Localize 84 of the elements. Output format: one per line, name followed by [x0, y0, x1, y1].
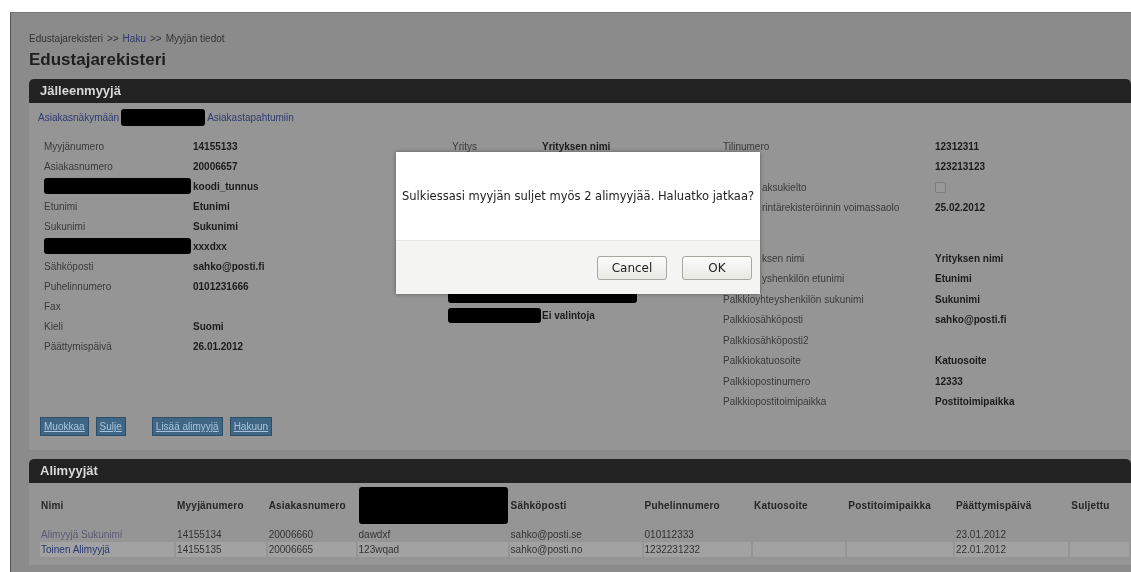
field-value: Sukunimi	[935, 293, 980, 305]
field-label: Tilinumero	[723, 140, 771, 152]
field-label: Päättymispäivä	[44, 340, 113, 352]
field-label: Kieli	[44, 320, 64, 332]
action-button[interactable]: Hakuun	[229, 417, 273, 436]
field-value: xxxdxx	[193, 240, 227, 252]
column-header: Myyjänumero	[176, 498, 245, 513]
field-label: ksen nimi	[762, 252, 806, 264]
table-cell-text: 010112333	[643, 528, 695, 542]
table-cell: 1232231232	[643, 542, 751, 557]
panel-header: Alimyyjät	[29, 459, 1131, 483]
table-cell: 14155135	[176, 542, 266, 557]
field-value: 12312311	[935, 140, 979, 152]
table-cell-text: 14155134	[176, 528, 223, 542]
field-value: 14155133	[193, 140, 238, 152]
column-header: Katuosoite	[753, 498, 809, 513]
field-label: rintärekisteröinnin voimassaolo	[762, 202, 901, 214]
breadcrumb-separator: >>	[106, 32, 119, 44]
column-header: Postitoimipaikka	[847, 498, 932, 513]
table-row[interactable]: Toinen Alimyyjä 14155135 20006665 123wqad sahko@posti.no 1232231232 22.01.2012	[40, 542, 1129, 557]
field-value: Sukunimi	[193, 220, 238, 232]
field-value: Etunimi	[935, 273, 972, 285]
field-value: Katuosoite	[935, 355, 987, 367]
column-header: Puhelinnumero	[643, 498, 721, 513]
panel-header: Jälleenmyyjä	[29, 79, 1131, 103]
field-value: koodi_tunnus	[193, 180, 259, 192]
field-value: 20006657	[193, 160, 238, 172]
field-value: Etunimi	[193, 200, 230, 212]
field-label: Palkkiokatuosoite	[723, 355, 802, 367]
field-label: Yritys	[452, 140, 478, 152]
dialog-button[interactable]: Cancel	[597, 255, 667, 280]
breadcrumb-text: Edustajarekisteri	[29, 32, 103, 44]
breadcrumb-link[interactable]: Haku	[122, 32, 146, 44]
column-header: Sähköposti	[509, 498, 568, 513]
field-value: 0101231666	[193, 280, 249, 292]
field-value: 123213123	[935, 161, 986, 173]
field-label: Fax	[44, 300, 62, 312]
breadcrumb-separator: >>	[149, 32, 162, 44]
field-value: 26.01.2012	[193, 340, 244, 352]
table-cell-text: dawdxf	[357, 528, 392, 542]
field-value: Ei valintoja	[542, 309, 595, 321]
dialog-message: Sulkiessasi myyjän suljet myös 2 alimyyjää. Haluatko jatkaa?	[400, 188, 756, 205]
table-cell: 20006665	[267, 542, 356, 557]
table-cell-text: 23.01.2012	[954, 528, 1007, 542]
field-label: Palkkioyhteyshenkilön sukunimi	[723, 293, 865, 305]
field-value: Yrityksen nimi	[542, 140, 611, 152]
field-value: sahko@posti.fi	[193, 260, 265, 272]
field-label: Etunimi	[44, 200, 79, 212]
field-value: 25.02.2012	[935, 202, 986, 214]
table-cell-text: 20006660	[267, 528, 315, 542]
field-label: Palkkiosähköposti	[723, 314, 805, 326]
column-header: Suljettu	[1070, 498, 1111, 513]
link[interactable]: Asiakastapahtumiin	[207, 111, 294, 123]
field-label: Palkkiosähköposti2	[723, 334, 810, 346]
action-button[interactable]: Muokkaa	[40, 417, 89, 436]
field-label: Palkkiopostitoimipaikka	[723, 396, 828, 408]
field-label: yshenkilön etunimi	[762, 273, 846, 285]
checkbox[interactable]	[935, 181, 946, 193]
column-header: Asiakasnumero	[267, 498, 347, 513]
page-title: Edustajarekisteri	[29, 49, 167, 71]
table-cell: 123wqad	[357, 542, 508, 557]
field-label: Myyjänumero	[44, 140, 106, 152]
field-value: sahko@posti.fi	[935, 314, 1007, 326]
action-button[interactable]: Sulje	[95, 417, 126, 436]
dialog-button[interactable]: OK	[682, 255, 752, 280]
link[interactable]: Asiakasnäkymään	[38, 111, 120, 123]
field-value: Yrityksen nimi	[935, 252, 1004, 264]
table-cell-text: sahko@posti.se	[509, 528, 583, 542]
action-button[interactable]: Lisää alimyyjä	[151, 417, 223, 436]
field-label: aksukielto	[762, 181, 808, 193]
field-label: Palkkiopostinumero	[723, 375, 812, 387]
field-value: 12333	[935, 375, 963, 387]
breadcrumb-text: Myyjän tiedot	[165, 32, 225, 44]
column-header: Päättymispäivä	[954, 498, 1033, 513]
field-label: Asiakasnumero	[44, 160, 114, 172]
field-value: Postitoimipaikka	[935, 396, 1015, 408]
field-label: Sukunimi	[44, 220, 87, 232]
field-label: Sähköposti	[44, 260, 95, 272]
field-label: Puhelinnumero	[44, 280, 113, 292]
table-cell: 22.01.2012	[954, 542, 1069, 557]
seller-link[interactable]: Alimyyjä Sukunimi	[41, 529, 123, 540]
column-header: Nimi	[40, 498, 65, 513]
field-value: Suomi	[193, 320, 224, 332]
table-cell: sahko@posti.no	[509, 542, 642, 557]
